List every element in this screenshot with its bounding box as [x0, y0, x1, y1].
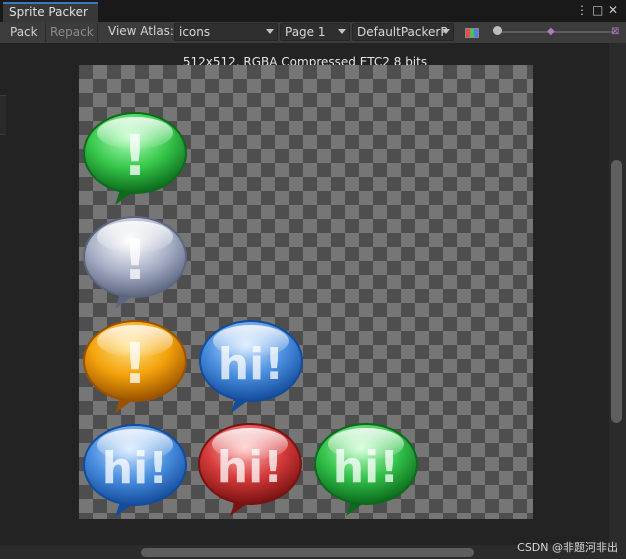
- view-atlas-label: View Atlas:: [108, 24, 174, 38]
- repack-button: Repack: [46, 23, 98, 42]
- toolbar: Pack Repack View Atlas: icons Page 1 Def…: [0, 22, 626, 44]
- sprite-blue-hi: hi!: [83, 424, 187, 517]
- left-edge-panel: [0, 95, 6, 135]
- sprite-blue-hi: hi!: [199, 320, 303, 413]
- bubble-text: !: [122, 332, 148, 397]
- pack-button[interactable]: Pack: [6, 23, 46, 42]
- page-dropdown[interactable]: Page 1: [280, 23, 350, 41]
- page-dropdown-value: Page 1: [285, 25, 326, 39]
- sprite-red-hi: hi!: [198, 423, 302, 516]
- chevron-down-icon: [338, 29, 346, 34]
- packer-dropdown[interactable]: DefaultPackerP: [352, 23, 454, 41]
- bubble-text: !: [122, 228, 148, 293]
- chevron-down-icon: [266, 29, 274, 34]
- packer-dropdown-value: DefaultPackerP: [357, 25, 448, 39]
- horizontal-scrollbar-thumb[interactable]: [141, 548, 474, 557]
- tab-bar: Sprite Packer ⋮ □ ✕: [0, 0, 626, 23]
- watermark: CSDN @非题河非出: [517, 541, 618, 554]
- more-options-icon[interactable]: ⋮: [576, 3, 588, 17]
- vertical-scrollbar-thumb[interactable]: [611, 160, 622, 423]
- sprite-orange-exclamation: !: [83, 320, 187, 413]
- bubble-text: hi!: [217, 442, 283, 493]
- zoom-slider-handle[interactable]: [493, 26, 502, 35]
- atlas-dropdown[interactable]: icons: [174, 23, 278, 41]
- bubble-text: hi!: [218, 339, 284, 390]
- color-channels-icon[interactable]: [465, 28, 479, 38]
- bubble-text: hi!: [102, 443, 168, 494]
- atlas-texture: ! ! ! hi! hi! hi! hi!: [79, 65, 533, 519]
- mip-icon: ◆: [547, 26, 555, 37]
- atlas-dropdown-value: icons: [179, 25, 211, 39]
- sprite-gray-exclamation: !: [83, 216, 187, 309]
- sprite-green-hi: hi!: [314, 423, 418, 516]
- zoom-slider[interactable]: [495, 31, 615, 33]
- maximize-icon[interactable]: □: [592, 3, 603, 17]
- chevron-down-icon: [442, 29, 450, 34]
- bubble-text: hi!: [333, 442, 399, 493]
- mip-max-icon: ⊠: [611, 26, 620, 37]
- bubble-text: !: [122, 124, 148, 189]
- close-icon[interactable]: ✕: [608, 3, 618, 17]
- sprite-green-exclamation: !: [83, 112, 187, 205]
- tab-sprite-packer[interactable]: Sprite Packer: [3, 2, 98, 22]
